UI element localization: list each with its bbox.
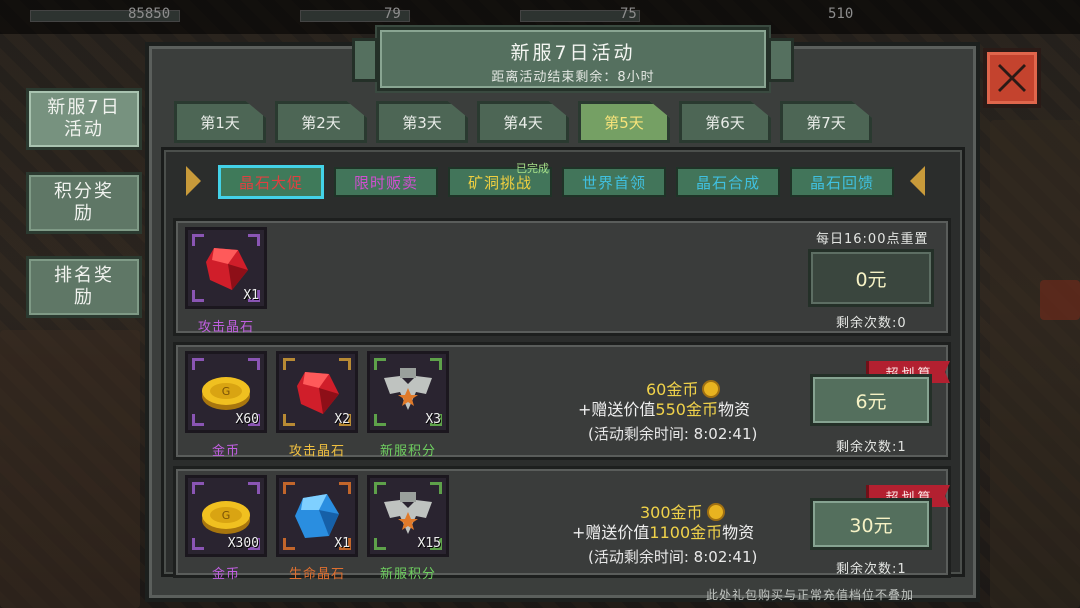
energy-value: 79 xyxy=(384,6,401,22)
buy-button[interactable]: 6元 xyxy=(810,374,932,426)
bonus-suffix: 物资 xyxy=(717,400,750,419)
subtab-label: 限时贩卖 xyxy=(353,173,418,192)
item-quantity: X1 xyxy=(243,288,259,303)
close-button[interactable] xyxy=(983,48,1041,108)
item-quantity: X2 xyxy=(334,412,350,427)
page-title: 新服7日活动 xyxy=(510,42,636,64)
banner-wing-right xyxy=(768,38,794,82)
offer-timer: (活动剩余时间: 8:02:41) xyxy=(588,425,758,443)
completed-mark: 已完成 xyxy=(516,162,549,175)
tab-day-3[interactable]: 第3天 xyxy=(376,101,468,143)
side-tab-points-reward[interactable]: 积分奖 励 xyxy=(26,172,142,234)
remaining-count: 剩余次数:1 xyxy=(836,440,907,455)
side-tab-label: 排名奖 励 xyxy=(54,265,114,308)
tab-label: 第5天 xyxy=(604,113,644,132)
subtab-crystal-rebate[interactable]: 晶石回馈 xyxy=(790,167,894,197)
subtab-crystal-synthesis[interactable]: 晶石合成 xyxy=(676,167,780,197)
svg-text:G: G xyxy=(222,385,231,398)
item-name: 生命晶石 xyxy=(288,567,345,582)
subtab-crystal-sale[interactable]: 晶石大促 xyxy=(218,165,324,199)
gem-value: 510 xyxy=(828,6,854,22)
buy-button[interactable]: 30元 xyxy=(810,498,932,550)
item-slot[interactable]: X1 xyxy=(276,475,358,557)
tab-day-1[interactable]: 第1天 xyxy=(174,101,266,143)
scroll-left-arrow-icon[interactable] xyxy=(186,166,201,196)
remaining-count: 剩余次数:1 xyxy=(836,562,907,577)
tab-day-2[interactable]: 第2天 xyxy=(275,101,367,143)
item-name: 新服积分 xyxy=(379,567,436,582)
tab-day-6[interactable]: 第6天 xyxy=(679,101,771,143)
tab-label: 第2天 xyxy=(301,113,341,132)
item-name: 金币 xyxy=(211,444,240,459)
item-slot[interactable]: X3 xyxy=(367,351,449,433)
buy-button[interactable]: 0元 xyxy=(808,249,934,307)
banner-wing-left xyxy=(352,38,378,82)
subtab-label: 晶石大促 xyxy=(238,173,303,192)
bonus-prefix: +赠送价值 xyxy=(572,523,650,542)
scroll-right-arrow-icon[interactable] xyxy=(910,166,925,196)
side-tab-label: 积分奖 励 xyxy=(54,181,114,224)
remaining-count: 剩余次数:0 xyxy=(836,316,907,331)
bonus-suffix: 物资 xyxy=(722,523,755,542)
item-name: 攻击晶石 xyxy=(288,444,345,459)
offer-bonus-line: +赠送价值1100金币物资 xyxy=(572,519,754,543)
tab-day-7[interactable]: 第7天 xyxy=(780,101,872,143)
item-name: 攻击晶石 xyxy=(197,320,254,335)
event-countdown: 距离活动结束剩余：8小时 xyxy=(491,70,655,85)
tab-day-4[interactable]: 第4天 xyxy=(477,101,569,143)
title-banner: 新服7日活动 距离活动结束剩余：8小时 xyxy=(352,27,794,91)
tab-label: 第4天 xyxy=(503,113,543,132)
tab-label: 第6天 xyxy=(705,113,745,132)
subtab-label: 晶石回馈 xyxy=(809,173,874,192)
svg-text:G: G xyxy=(222,509,231,522)
footer-note: 此处礼包购买与正常充值档位不叠加 xyxy=(706,588,915,602)
tab-label: 第1天 xyxy=(200,113,240,132)
item-slot[interactable]: X15 xyxy=(367,475,449,557)
gold-value: 85850 xyxy=(128,6,171,22)
subtab-world-boss[interactable]: 世界首领 xyxy=(562,167,666,197)
offer-timer: (活动剩余时间: 8:02:41) xyxy=(588,548,758,566)
item-quantity: X3 xyxy=(425,412,441,427)
stamina-value: 75 xyxy=(620,6,637,22)
subtab-label: 晶石合成 xyxy=(695,173,760,192)
item-name: 新服积分 xyxy=(379,444,436,459)
item-slot[interactable]: G X300 xyxy=(185,475,267,557)
side-tab-rank-reward[interactable]: 排名奖 励 xyxy=(26,256,142,318)
item-name: 金币 xyxy=(211,567,240,582)
side-tab-label: 新服7日 活动 xyxy=(47,97,121,140)
item-slot[interactable]: X1 xyxy=(185,227,267,309)
tab-label: 第7天 xyxy=(806,113,846,132)
item-quantity: X300 xyxy=(227,536,259,551)
subtab-limited-sale[interactable]: 限时贩卖 xyxy=(334,167,438,197)
subtab-label: 世界首领 xyxy=(581,173,646,192)
price-label: 6元 xyxy=(855,390,887,413)
tab-label: 第3天 xyxy=(402,113,442,132)
close-icon xyxy=(998,64,1026,92)
price-label: 30元 xyxy=(849,514,893,537)
bonus-prefix: +赠送价值 xyxy=(578,400,656,419)
price-label: 0元 xyxy=(855,268,887,291)
item-quantity: X15 xyxy=(417,536,441,551)
side-tab-new-server-event[interactable]: 新服7日 活动 xyxy=(26,88,142,150)
offer-bonus-line: +赠送价值550金币物资 xyxy=(578,396,750,420)
item-quantity: X60 xyxy=(235,412,259,427)
item-quantity: X1 xyxy=(334,536,350,551)
bonus-value: 1100金币 xyxy=(649,523,723,542)
tab-day-5[interactable]: 第5天 xyxy=(578,101,670,143)
reset-note: 每日16:00点重置 xyxy=(816,232,929,247)
item-slot[interactable]: X2 xyxy=(276,351,358,433)
bonus-value: 550金币 xyxy=(655,400,718,419)
item-slot[interactable]: G X60 xyxy=(185,351,267,433)
